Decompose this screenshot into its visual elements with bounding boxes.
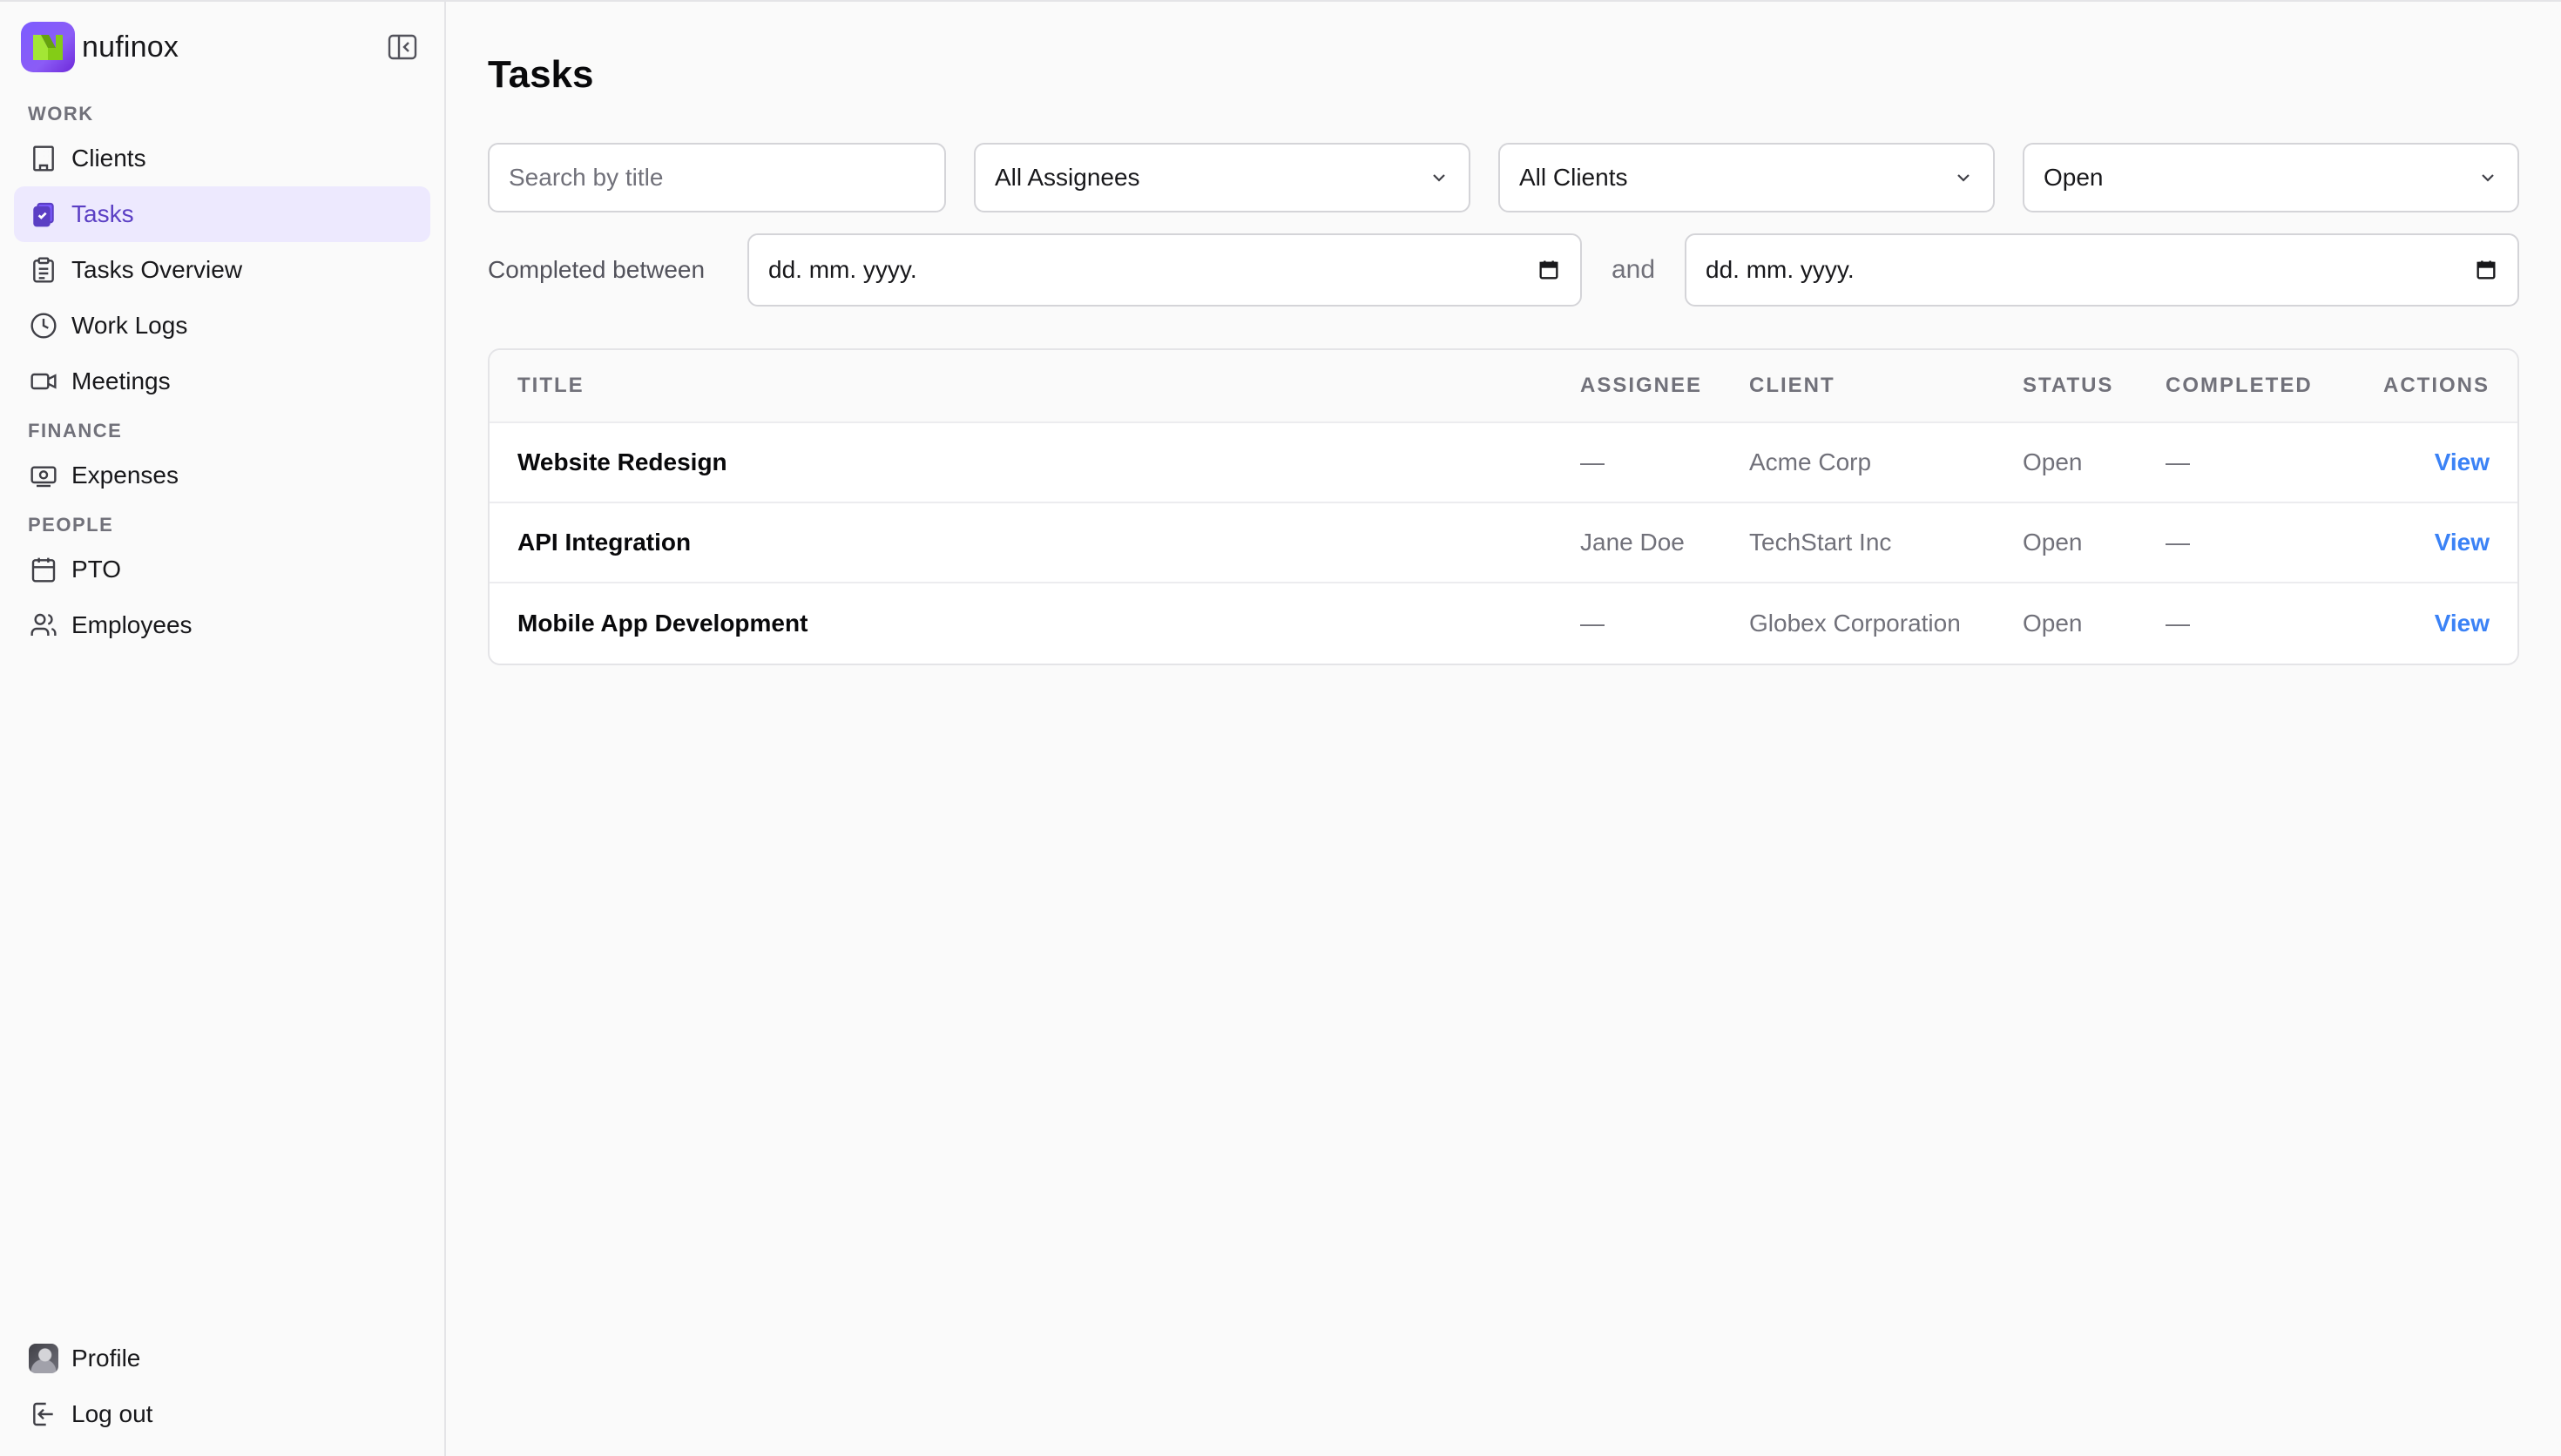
clock-icon — [28, 310, 59, 341]
calendar-icon — [28, 554, 59, 585]
table-row[interactable]: API Integration Jane Doe TechStart Inc O… — [490, 503, 2517, 583]
sidebar-item-tasks-overview[interactable]: Tasks Overview — [14, 242, 430, 298]
sidebar-item-label: Clients — [71, 145, 146, 172]
logout-icon — [28, 1399, 59, 1430]
main-content: Tasks Search by title All Assignees All … — [446, 2, 2561, 1456]
and-label: and — [1611, 255, 1656, 284]
brand: nufinox — [0, 2, 444, 92]
sidebar-item-label: Employees — [71, 611, 193, 638]
sidebar-item-pto[interactable]: PTO — [14, 542, 430, 597]
assignee-select-value: All Assignees — [995, 164, 1140, 191]
column-header-completed[interactable]: COMPLETED — [2166, 374, 2361, 398]
task-assignee: — — [1580, 448, 1605, 475]
section-label-people: PEOPLE — [28, 514, 114, 536]
collapse-sidebar-icon[interactable] — [387, 33, 418, 61]
date-to-value: dd. mm. yyyy. — [1706, 256, 1855, 283]
status-select-value: Open — [2044, 164, 2104, 191]
sidebar-item-label: Tasks — [71, 200, 134, 227]
client-select[interactable]: All Clients — [1498, 143, 1995, 212]
search-placeholder: Search by title — [509, 164, 664, 191]
calendar-icon[interactable] — [2474, 258, 2498, 282]
view-link[interactable]: View — [2361, 448, 2517, 476]
tasks-icon — [28, 199, 59, 230]
chevron-down-icon — [2477, 167, 2498, 188]
sidebar-item-label: PTO — [71, 556, 122, 583]
table-row[interactable]: Mobile App Development — Globex Corporat… — [490, 583, 2517, 664]
task-client: Globex Corporation — [1749, 610, 1961, 637]
status-select[interactable]: Open — [2023, 143, 2519, 212]
sidebar: nufinox WORK Clients Tasks Tasks Overvie… — [0, 2, 446, 1456]
sidebar-item-work-logs[interactable]: Work Logs — [14, 298, 430, 354]
sidebar-item-label: Expenses — [71, 462, 179, 489]
task-completed: — — [2166, 448, 2190, 475]
view-link[interactable]: View — [2361, 529, 2517, 556]
column-header-client[interactable]: CLIENT — [1749, 374, 2023, 398]
date-range-row: Completed between dd. mm. yyyy. and dd. … — [488, 233, 2519, 307]
assignee-select[interactable]: All Assignees — [974, 143, 1470, 212]
task-client: Acme Corp — [1749, 448, 1872, 475]
column-header-assignee[interactable]: ASSIGNEE — [1580, 374, 1749, 398]
sidebar-item-tasks[interactable]: Tasks — [14, 186, 430, 242]
clipboard-icon — [28, 254, 59, 286]
sidebar-item-logout[interactable]: Log out — [14, 1386, 430, 1442]
sidebar-item-label: Work Logs — [71, 312, 188, 339]
task-title: Website Redesign — [517, 448, 727, 475]
building-icon — [28, 143, 59, 174]
sidebar-item-expenses[interactable]: Expenses — [14, 448, 430, 503]
page-title: Tasks — [488, 53, 594, 96]
column-header-actions: ACTIONS — [2383, 374, 2490, 397]
app-shell: nufinox WORK Clients Tasks Tasks Overvie… — [0, 0, 2561, 1456]
table-row[interactable]: Website Redesign — Acme Corp Open — View — [490, 423, 2517, 503]
filters-row: Search by title All Assignees All Client… — [488, 143, 2519, 212]
task-title: Mobile App Development — [517, 610, 808, 637]
task-completed: — — [2166, 610, 2190, 637]
sidebar-item-meetings[interactable]: Meetings — [14, 354, 430, 409]
nufinox-logo-icon[interactable] — [21, 22, 75, 72]
section-label-work: WORK — [28, 103, 94, 125]
users-icon — [28, 610, 59, 641]
date-from-input[interactable]: dd. mm. yyyy. — [747, 233, 1582, 307]
sidebar-item-label: Log out — [71, 1400, 153, 1427]
section-label-finance: FINANCE — [28, 420, 123, 442]
column-header-status[interactable]: STATUS — [2023, 374, 2166, 398]
completed-between-label: Completed between — [488, 256, 706, 283]
tasks-table: TITLE ASSIGNEE CLIENT STATUS COMPLETED A… — [488, 348, 2519, 665]
calendar-icon[interactable] — [1537, 258, 1561, 282]
chevron-down-icon — [1953, 167, 1974, 188]
avatar — [28, 1343, 59, 1374]
sidebar-item-label: Profile — [71, 1345, 141, 1372]
task-assignee: — — [1580, 610, 1605, 637]
task-status: Open — [2023, 529, 2083, 556]
sidebar-footer: Profile Log out — [14, 1331, 430, 1442]
task-status: Open — [2023, 448, 2083, 475]
table-header: TITLE ASSIGNEE CLIENT STATUS COMPLETED A… — [490, 350, 2517, 423]
sidebar-item-clients[interactable]: Clients — [14, 131, 430, 186]
banknote-icon — [28, 460, 59, 491]
chevron-down-icon — [1429, 167, 1449, 188]
sidebar-item-profile[interactable]: Profile — [14, 1331, 430, 1386]
task-title: API Integration — [517, 529, 692, 556]
date-from-value: dd. mm. yyyy. — [768, 256, 917, 283]
task-status: Open — [2023, 610, 2083, 637]
client-select-value: All Clients — [1519, 164, 1628, 191]
brand-name: nufinox — [82, 30, 179, 64]
sidebar-item-employees[interactable]: Employees — [14, 597, 430, 653]
date-to-input[interactable]: dd. mm. yyyy. — [1685, 233, 2519, 307]
search-input[interactable]: Search by title — [488, 143, 946, 212]
sidebar-nav: WORK Clients Tasks Tasks Overview Work L… — [0, 92, 444, 653]
sidebar-item-label: Meetings — [71, 367, 171, 394]
task-assignee: Jane Doe — [1580, 529, 1685, 556]
column-header-title[interactable]: TITLE — [490, 374, 1580, 398]
task-client: TechStart Inc — [1749, 529, 1892, 556]
view-link[interactable]: View — [2361, 610, 2517, 637]
sidebar-item-label: Tasks Overview — [71, 256, 243, 283]
video-icon — [28, 366, 59, 397]
task-completed: — — [2166, 529, 2190, 556]
